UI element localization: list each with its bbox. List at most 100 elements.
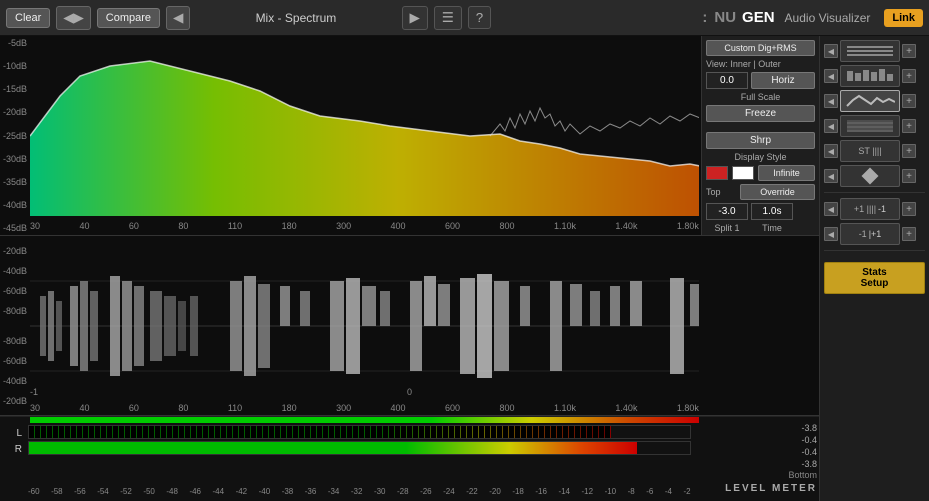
left-arrow-1[interactable]: ◀ [824,44,838,58]
style-btn-2[interactable] [840,65,900,87]
top-swatch-row: Infinite [706,165,815,181]
style-row-5: ◀ ST |||| + [824,140,925,162]
top-override-row: Top Override [706,184,815,200]
stats-setup-area: Stats Setup [824,260,925,294]
db-1: -3.8 [767,423,817,433]
y-label-9: -45dB [0,223,30,233]
dense-lines-icon [845,117,895,135]
left-arrow-3[interactable]: ◀ [824,94,838,108]
style-btn-1[interactable] [840,40,900,62]
style-btn-7[interactable]: +1 |||| -1 [840,198,900,220]
left-arrow-6[interactable]: ◀ [824,169,838,183]
play-button[interactable]: ▶ [402,6,428,30]
style-btn-diamond[interactable] [840,165,900,187]
infinite-button[interactable]: Infinite [758,165,815,181]
fullscale-input[interactable] [706,72,748,89]
zero-label: 0 [407,387,412,397]
stats-button[interactable]: Stats Setup [824,262,925,294]
db-4: -3.8 [767,459,817,469]
view-row: View: Inner | Outer [706,59,815,69]
style-btn-4[interactable] [840,115,900,137]
rainbow-bar [30,417,699,423]
split1-label: Split 1 [706,223,748,233]
m-y4: -80dB [0,306,30,316]
right-panel: ◀ + ◀ [819,36,929,501]
minus1-label-1: -1 [878,204,886,214]
m-y5: -80dB [0,336,30,346]
plus-btn-4[interactable]: + [902,119,916,133]
brand-gen: GEN [742,9,775,26]
title-label: Mix - Spectrum [196,11,395,25]
back-arrow-button[interactable]: ◀▶ [56,6,91,30]
style-btn-3-selected[interactable] [840,90,900,112]
left-arrow-5[interactable]: ◀ [824,144,838,158]
spectrum-y-axis: -5dB -10dB -15dB -20dB -25dB -30dB -35dB… [0,36,30,235]
freeze-button[interactable]: Freeze [706,105,815,122]
horiz-button[interactable]: Horiz [751,72,815,89]
l-meter-bar [28,425,691,439]
link-button[interactable]: Link [884,9,923,27]
bottom-label-2: Bottom [788,470,817,480]
main-area: -5dB -10dB -15dB -20dB -25dB -30dB -35dB… [0,36,929,501]
style-btn-5[interactable]: ST |||| [840,140,900,162]
plus1-label: +1 |||| [854,204,876,214]
style-row-6: ◀ + [824,165,925,187]
left-arrow-4[interactable]: ◀ [824,119,838,133]
y-label-5: -25dB [0,131,30,141]
neg1-label: -1 [30,387,38,397]
shrp-button[interactable]: Shrp [706,132,815,149]
bars-icon [845,67,895,85]
split1-input[interactable] [706,203,748,220]
level-meter-label: LEVEL METER [725,483,817,494]
lr-scale: -60 -58 -56 -54 -52 -50 -48 -46 -44 -42 … [28,487,691,496]
stats-label: Stats [829,267,920,278]
m-y1: -20dB [0,246,30,256]
brand-text: NU [714,9,736,26]
spectrum-x-axis: 30 40 60 80 110 180 300 400 600 800 1.10… [30,217,699,235]
left-arrow-8[interactable]: ◀ [824,227,838,241]
compare-button[interactable]: Compare [97,8,160,28]
minus1-label-2: -1 [859,229,867,239]
plus-btn-6[interactable]: + [902,169,916,183]
style-row-7: ◀ +1 |||| -1 + [824,198,925,220]
plus-btn-2[interactable]: + [902,69,916,83]
plus-btn-3[interactable]: + [902,94,916,108]
help-button[interactable]: ? [468,6,491,29]
list-button[interactable]: ☰ [434,6,462,30]
meters-area: -20dB -40dB -60dB -80dB -80dB -60dB -40d… [0,236,819,416]
style-row-1: ◀ + [824,40,925,62]
plus-btn-7[interactable]: + [902,202,916,216]
override-button[interactable]: Override [740,184,815,200]
y-label-3: -15dB [0,84,30,94]
y-label-8: -40dB [0,200,30,210]
db-2: -0.4 [767,435,817,445]
plus-btn-1[interactable]: + [902,44,916,58]
y-label-7: -35dB [0,177,30,187]
style-btn-8[interactable]: -1 |+1 [840,223,900,245]
time-label: Time [751,223,793,233]
db-3: -0.4 [767,447,817,457]
left-arrow-2[interactable]: ◀ [824,69,838,83]
style-row-4: ◀ + [824,115,925,137]
bottom-meters: L R [0,416,819,498]
prev-arrow-button[interactable]: ◀ [166,6,190,30]
top-bar: Clear ◀▶ Compare ◀ Mix - Spectrum ▶ ☰ ? … [0,0,929,36]
split1-row [706,203,815,220]
plus1-label-2: |+1 [869,229,882,239]
plus-btn-8[interactable]: + [902,227,916,241]
clear-button[interactable]: Clear [6,8,50,28]
wave-icon [845,92,895,110]
m-y6: -60dB [0,356,30,366]
plus-btn-5[interactable]: + [902,144,916,158]
spectrum-svg [30,36,699,216]
y-label-1: -5dB [0,38,30,48]
view-label: View: Inner | Outer [706,59,781,69]
spectrum-area: -5dB -10dB -15dB -20dB -25dB -30dB -35dB… [0,36,819,236]
y-label-4: -20dB [0,107,30,117]
left-arrow-7[interactable]: ◀ [824,202,838,216]
db-readouts: -3.8 -0.4 -0.4 -3.8 [767,423,817,469]
custom-dig-rms-button[interactable]: Custom Dig+RMS [706,40,815,56]
time-input[interactable] [751,203,793,220]
fullscale-row: Horiz [706,72,815,89]
separator-2 [824,250,925,251]
